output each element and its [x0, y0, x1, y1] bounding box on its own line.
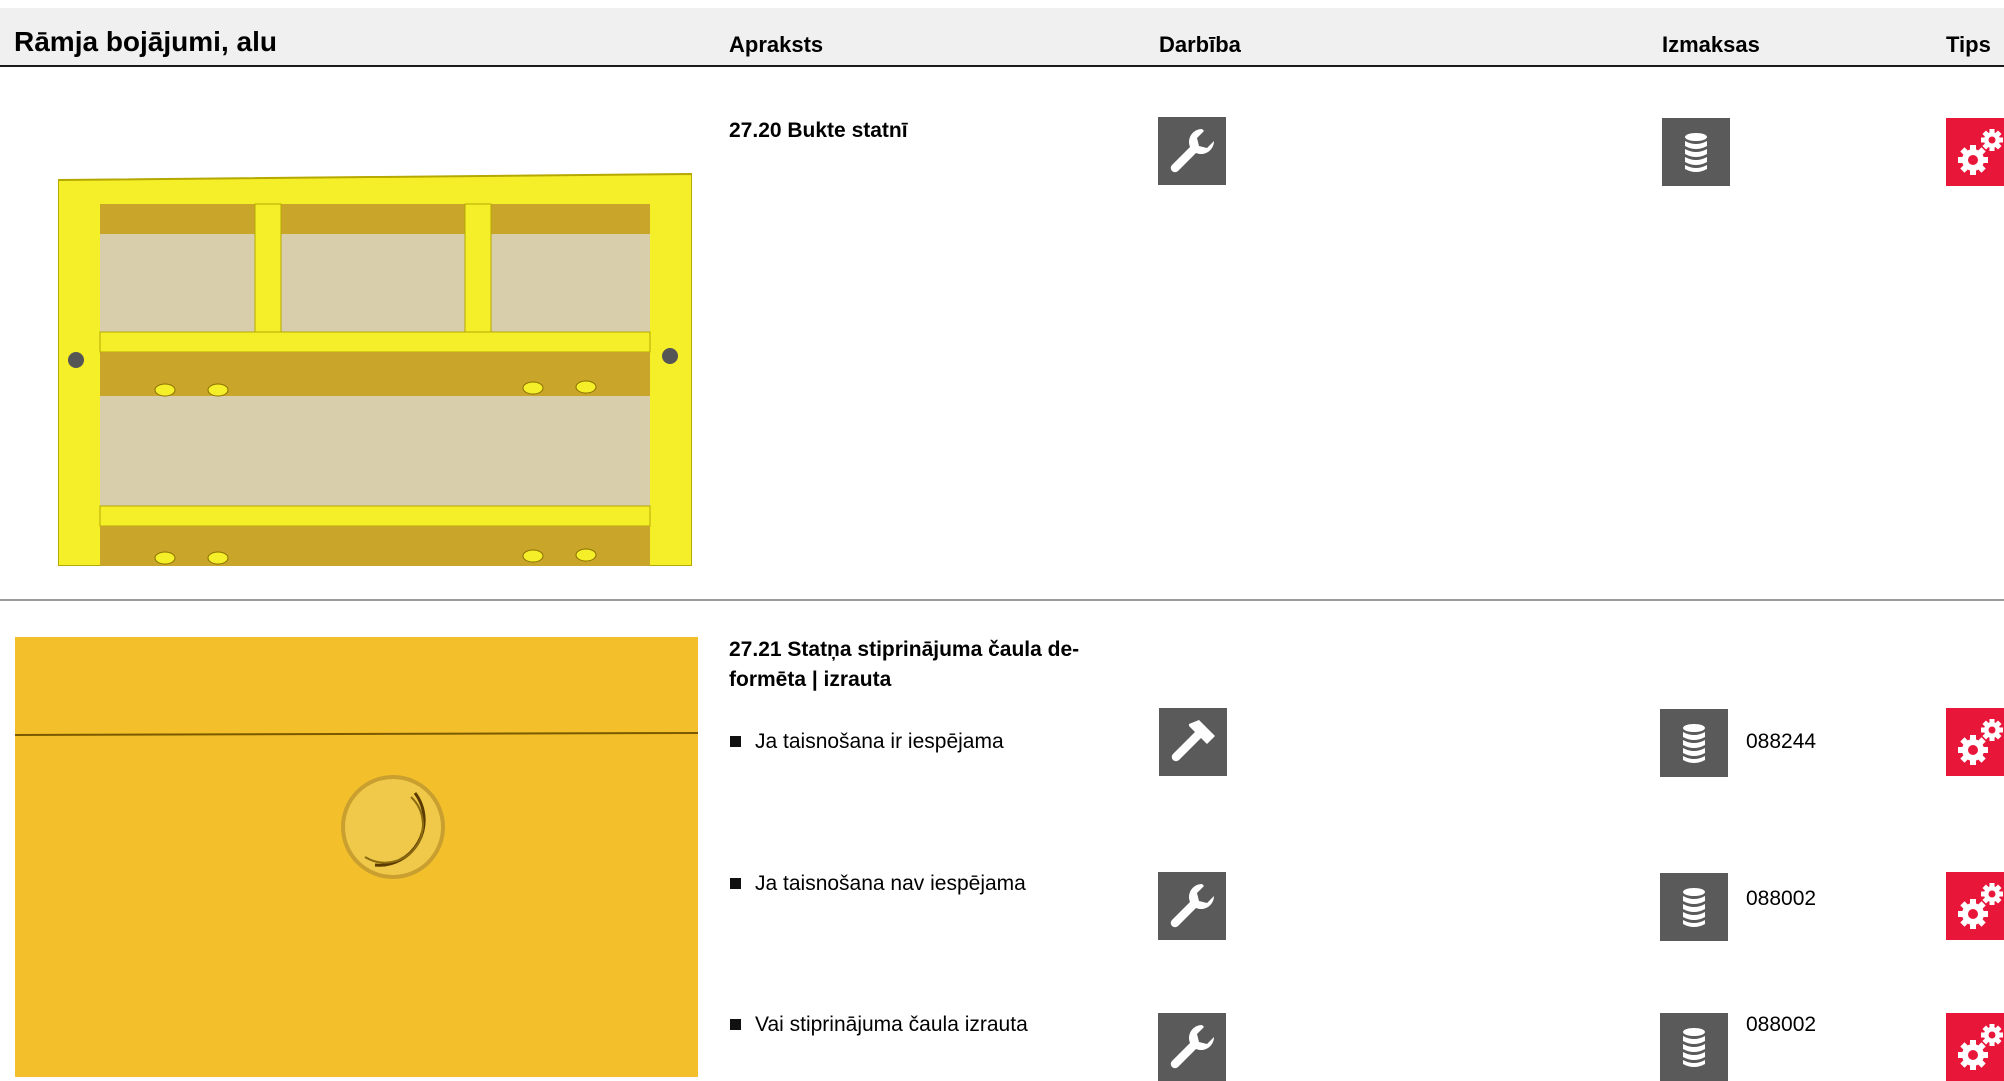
- coin-stack-icon[interactable]: [1660, 1013, 1728, 1081]
- wrench-icon[interactable]: [1158, 117, 1226, 185]
- item-title-line1: 27.21 Statņa stiprinājuma čaula de-: [729, 638, 1080, 661]
- column-header-tips: Tips: [1946, 32, 1991, 57]
- repair-code: 088002: [1746, 1013, 1817, 1036]
- section-title: Rāmja bojājumi, alu: [14, 26, 277, 57]
- table-header: Rāmja bojājumi, alu Apraksts Darbība Izm…: [0, 8, 2004, 67]
- wrench-icon[interactable]: [1158, 1013, 1226, 1081]
- repair-code: 088244: [1746, 730, 1817, 753]
- column-header-cost: Izmaksas: [1662, 32, 1760, 57]
- item-title: 27.20 Bukte statnī: [729, 119, 908, 142]
- condition-text: Vai stiprinājuma čaula izrauta: [730, 1013, 1028, 1037]
- bullet-icon: [730, 736, 741, 747]
- gears-icon[interactable]: [1946, 118, 2004, 186]
- wrench-icon[interactable]: [1158, 872, 1226, 940]
- yellow-panel-hole: [15, 637, 698, 1077]
- hammer-icon[interactable]: [1159, 708, 1227, 776]
- repair-code: 088002: [1746, 887, 1817, 910]
- condition-text: Ja taisnošana ir iespējama: [730, 730, 1004, 754]
- gears-icon[interactable]: [1946, 708, 2004, 776]
- column-header-description: Apraksts: [729, 32, 824, 57]
- coin-stack-icon[interactable]: [1660, 873, 1728, 941]
- column-header-action: Darbība: [1159, 32, 1241, 57]
- gears-icon[interactable]: [1946, 1013, 2004, 1081]
- yellow-frame-drawing: [58, 170, 692, 566]
- item-title-line2: formēta | izrauta: [729, 668, 892, 691]
- coin-stack-icon[interactable]: [1660, 709, 1728, 777]
- row-divider: [0, 599, 2004, 601]
- bullet-icon: [730, 1019, 741, 1030]
- condition-text: Ja taisnošana nav iespējama: [730, 872, 1026, 896]
- gears-icon[interactable]: [1946, 872, 2004, 940]
- coin-stack-icon[interactable]: [1662, 118, 1730, 186]
- bullet-icon: [730, 878, 741, 889]
